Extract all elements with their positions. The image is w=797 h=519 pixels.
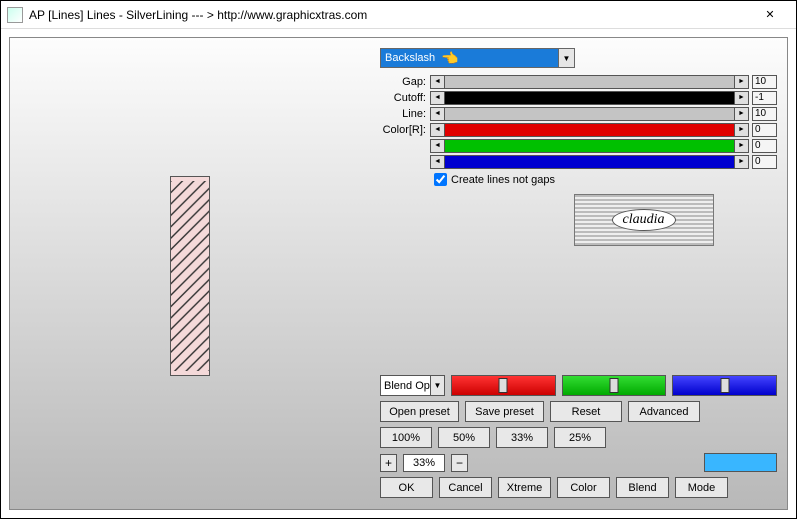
- reset-button[interactable]: Reset: [550, 401, 622, 422]
- slider-thumb[interactable]: [720, 378, 729, 393]
- arrow-left-icon[interactable]: ◄: [431, 124, 445, 136]
- arrow-left-icon[interactable]: ◄: [431, 76, 445, 88]
- blend-row: Blend Options ▼: [380, 375, 777, 396]
- cutoff-slider[interactable]: ◄ ►: [430, 91, 749, 105]
- client-area: Backslash 👈 ▼ Gap: ◄ ► 10 Cutoff:: [9, 37, 788, 510]
- checkbox-label: Create lines not gaps: [451, 174, 555, 186]
- dropdown-value: Backslash: [385, 52, 435, 64]
- arrow-right-icon[interactable]: ►: [734, 124, 748, 136]
- colorb-value[interactable]: 0: [752, 155, 777, 169]
- zoom-33-button[interactable]: 33%: [496, 427, 548, 448]
- gap-value[interactable]: 10: [752, 75, 777, 89]
- param-color-g: ◄ ► 0: [380, 138, 777, 153]
- arrow-left-icon[interactable]: ◄: [431, 156, 445, 168]
- red-slider[interactable]: [451, 375, 556, 396]
- arrow-right-icon[interactable]: ►: [734, 92, 748, 104]
- zoom-out-button[interactable]: −: [451, 454, 468, 472]
- ok-button[interactable]: OK: [380, 477, 433, 498]
- plugin-window: AP [Lines] Lines - SilverLining --- > ht…: [0, 0, 797, 519]
- preview-pane: [170, 176, 210, 376]
- controls-panel: Backslash 👈 ▼ Gap: ◄ ► 10 Cutoff:: [380, 48, 777, 246]
- cutoff-value[interactable]: -1: [752, 91, 777, 105]
- arrow-right-icon[interactable]: ►: [734, 108, 748, 120]
- green-slider[interactable]: [562, 375, 667, 396]
- gap-slider[interactable]: ◄ ►: [430, 75, 749, 89]
- open-preset-button[interactable]: Open preset: [380, 401, 459, 422]
- preview-pattern: [171, 177, 209, 375]
- line-type-dropdown[interactable]: Backslash 👈 ▼: [380, 48, 575, 68]
- create-lines-checkbox-row: Create lines not gaps: [434, 173, 777, 186]
- chevron-down-icon: ▼: [558, 49, 574, 67]
- zoom-row: + 33% −: [380, 453, 777, 472]
- arrow-right-icon[interactable]: ►: [734, 156, 748, 168]
- param-cutoff: Cutoff: ◄ ► -1: [380, 90, 777, 105]
- color-swatch[interactable]: [704, 453, 777, 472]
- arrow-left-icon[interactable]: ◄: [431, 92, 445, 104]
- colorb-slider[interactable]: ◄ ►: [430, 155, 749, 169]
- blue-slider[interactable]: [672, 375, 777, 396]
- bottom-panel: Blend Options ▼ Open preset Save preset …: [380, 375, 777, 503]
- create-lines-checkbox[interactable]: [434, 173, 447, 186]
- zoom-in-button[interactable]: +: [380, 454, 397, 472]
- param-list: Gap: ◄ ► 10 Cutoff: ◄ ► -1: [380, 74, 777, 169]
- zoom-50-button[interactable]: 50%: [438, 427, 490, 448]
- param-color-r: Color[R]: ◄ ► 0: [380, 122, 777, 137]
- colorr-slider[interactable]: ◄ ►: [430, 123, 749, 137]
- param-gap: Gap: ◄ ► 10: [380, 74, 777, 89]
- save-preset-button[interactable]: Save preset: [465, 401, 544, 422]
- zoom-value[interactable]: 33%: [403, 454, 445, 472]
- slider-thumb[interactable]: [610, 378, 619, 393]
- blend-options-dropdown[interactable]: Blend Options ▼: [380, 375, 445, 396]
- colorr-value[interactable]: 0: [752, 123, 777, 137]
- titlebar[interactable]: AP [Lines] Lines - SilverLining --- > ht…: [1, 1, 796, 29]
- colorg-value[interactable]: 0: [752, 139, 777, 153]
- arrow-right-icon[interactable]: ►: [734, 140, 748, 152]
- close-button[interactable]: ✕: [750, 3, 790, 27]
- mode-button[interactable]: Mode: [675, 477, 728, 498]
- brand-logo: claudia: [574, 194, 714, 246]
- action-row: OK Cancel Xtreme Color Blend Mode: [380, 477, 777, 498]
- preset-row: Open preset Save preset Reset Advanced: [380, 401, 777, 422]
- arrow-right-icon[interactable]: ►: [734, 76, 748, 88]
- color-button[interactable]: Color: [557, 477, 610, 498]
- close-icon: ✕: [765, 8, 774, 21]
- advanced-button[interactable]: Advanced: [628, 401, 700, 422]
- colorg-slider[interactable]: ◄ ►: [430, 139, 749, 153]
- slider-thumb[interactable]: [499, 378, 508, 393]
- param-line: Line: ◄ ► 10: [380, 106, 777, 121]
- zoom-100-button[interactable]: 100%: [380, 427, 432, 448]
- line-value[interactable]: 10: [752, 107, 777, 121]
- pointing-hand-icon: 👈: [441, 50, 458, 67]
- cancel-button[interactable]: Cancel: [439, 477, 492, 498]
- zoom-preset-row: 100% 50% 33% 25%: [380, 427, 777, 448]
- line-slider[interactable]: ◄ ►: [430, 107, 749, 121]
- app-icon: [7, 7, 23, 23]
- blend-button[interactable]: Blend: [616, 477, 669, 498]
- xtreme-button[interactable]: Xtreme: [498, 477, 551, 498]
- arrow-left-icon[interactable]: ◄: [431, 140, 445, 152]
- zoom-25-button[interactable]: 25%: [554, 427, 606, 448]
- window-title: AP [Lines] Lines - SilverLining --- > ht…: [29, 8, 750, 22]
- chevron-down-icon: ▼: [430, 376, 444, 395]
- param-color-b: ◄ ► 0: [380, 154, 777, 169]
- arrow-left-icon[interactable]: ◄: [431, 108, 445, 120]
